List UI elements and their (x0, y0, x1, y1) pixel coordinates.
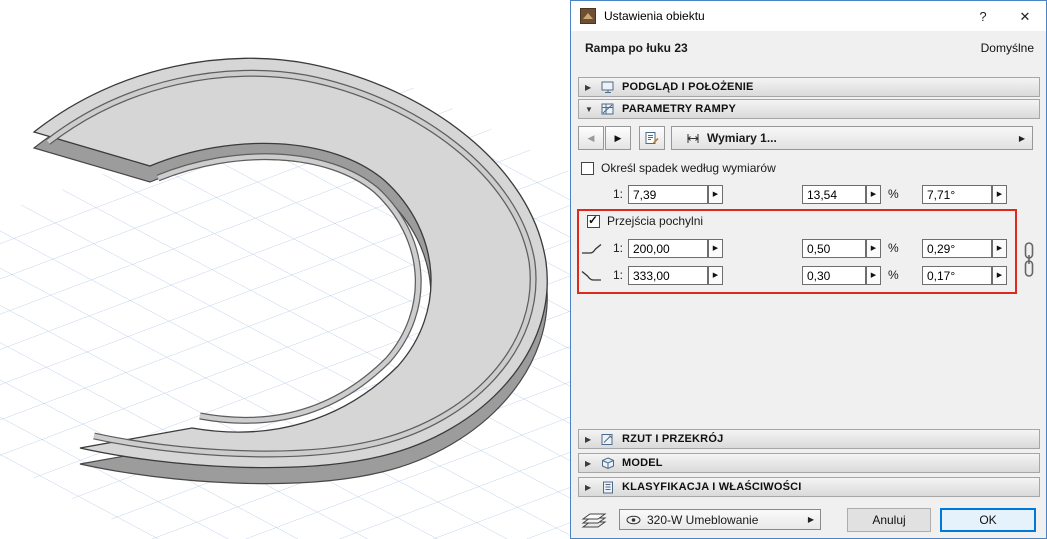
transition-bottom-row: 1: ▶ ▶ % ▶ (571, 266, 1046, 286)
collapse-arrow-icon: ▶ (585, 434, 592, 444)
app-root: Ustawienia obiektu ? ✕ Rampa po łuku 23 … (0, 0, 1047, 539)
close-button[interactable]: ✕ (1004, 1, 1046, 31)
expand-arrow-icon: ▼ (585, 104, 593, 114)
layer-dropdown[interactable]: 320-W Umeblowanie ▶ (619, 509, 821, 530)
collapse-arrow-icon: ▶ (585, 82, 592, 92)
slope-percent-flyout-button[interactable]: ▶ (866, 185, 881, 204)
help-button[interactable]: ? (962, 1, 1004, 31)
ok-button[interactable]: OK (940, 508, 1036, 532)
dialog-titlebar[interactable]: Ustawienia obiektu ? ✕ (571, 1, 1046, 31)
main-slope-row: 1: ▶ ▶ % ▶ (571, 185, 1046, 205)
plan-section-icon (601, 433, 615, 446)
viewport-3d[interactable] (0, 0, 1047, 539)
ramp-3d-scene (0, 57, 1047, 539)
transition-top-percent-flyout-button[interactable]: ▶ (866, 239, 881, 258)
section-label: PARAMETRY RAMPY (622, 103, 737, 115)
section-ramp-parameters[interactable]: ▼ PARAMETRY RAMPY (578, 99, 1040, 119)
default-favorites-button[interactable]: Domyślne (981, 41, 1034, 55)
ramp-parameters-icon (601, 103, 615, 116)
cancel-button[interactable]: Anuluj (847, 508, 931, 532)
transition-bottom-ratio-input[interactable] (628, 266, 708, 285)
layer-value: 320-W Umeblowanie (647, 512, 759, 527)
dialog-title: Ustawienia obiektu (604, 9, 705, 23)
section-model[interactable]: ▶ MODEL (578, 453, 1040, 473)
percent-label: % (888, 187, 899, 201)
object-settings-dialog: Ustawienia obiektu ? ✕ Rampa po łuku 23 … (570, 0, 1047, 539)
slope-ratio-flyout-button[interactable]: ▶ (708, 185, 723, 204)
transition-bottom-percent-flyout-button[interactable]: ▶ (866, 266, 881, 285)
section-label: MODEL (622, 457, 663, 469)
ratio-prefix-label: 1: (612, 268, 623, 282)
section-label: PODGLĄD I POŁOŻENIE (622, 81, 754, 93)
parameter-page-title: Wymiary 1... (707, 131, 777, 145)
transition-bottom-angle-flyout-button[interactable]: ▶ (992, 266, 1007, 285)
page-flyout-arrow-icon: ▶ (1018, 134, 1025, 143)
model-cube-icon (601, 456, 615, 470)
layers-icon (581, 513, 607, 528)
slope-checkbox-label: Określ spadek według wymiarów (601, 161, 776, 175)
previous-page-button[interactable]: ◀ (578, 126, 604, 150)
transition-top-ratio-flyout-button[interactable]: ▶ (708, 239, 723, 258)
transition-top-angle-flyout-button[interactable]: ▶ (992, 239, 1007, 258)
layer-flyout-arrow-icon: ▶ (807, 515, 814, 524)
section-label: KLASYFIKACJA I WŁAŚCIWOŚCI (622, 481, 802, 493)
preview-position-icon (601, 81, 615, 94)
slope-angle-flyout-button[interactable]: ▶ (992, 185, 1007, 204)
transition-bottom-ratio-flyout-button[interactable]: ▶ (708, 266, 723, 285)
slope-checkbox[interactable] (581, 161, 594, 175)
transition-bottom-angle-input[interactable] (922, 266, 992, 285)
parameter-page-selector[interactable]: Wymiary 1... ▶ (671, 126, 1033, 150)
object-app-icon (580, 8, 596, 24)
section-classification-properties[interactable]: ▶ KLASYFIKACJA I WŁAŚCIWOŚCI (578, 477, 1040, 497)
slope-angle-input[interactable] (922, 185, 992, 204)
section-label: RZUT I PRZEKRÓJ (622, 433, 724, 445)
ratio-prefix-label: 1: (612, 187, 623, 201)
collapse-arrow-icon: ▶ (585, 458, 592, 468)
edit-settings-button[interactable] (639, 126, 665, 150)
transition-top-row: 1: ▶ ▶ % ▶ (571, 239, 1046, 259)
transitions-checkbox-row[interactable]: ✓ Przejścia pochylni (587, 212, 704, 228)
slope-ratio-input[interactable] (628, 185, 708, 204)
percent-label: % (888, 241, 899, 255)
object-header-row: Rampa po łuku 23 Domyślne (585, 41, 1034, 55)
checkmark-icon: ✓ (588, 212, 599, 227)
transition-bottom-percent-input[interactable] (802, 266, 866, 285)
transitions-checkbox[interactable]: ✓ (587, 212, 600, 228)
section-plan-section[interactable]: ▶ RZUT I PRZEKRÓJ (578, 429, 1040, 449)
eye-icon (626, 515, 641, 524)
object-name: Rampa po łuku 23 (585, 41, 688, 55)
transition-top-percent-input[interactable] (802, 239, 866, 258)
edit-form-icon (645, 132, 659, 144)
percent-label: % (888, 268, 899, 282)
link-chain-icon[interactable] (1022, 241, 1036, 279)
slope-by-dimensions-checkbox-row[interactable]: Określ spadek według wymiarów (581, 161, 776, 175)
slope-percent-input[interactable] (802, 185, 866, 204)
classification-list-icon (601, 481, 615, 494)
transition-top-angle-input[interactable] (922, 239, 992, 258)
collapse-arrow-icon: ▶ (585, 482, 592, 492)
section-preview-position[interactable]: ▶ PODGLĄD I POŁOŻENIE (578, 77, 1040, 97)
next-page-button[interactable]: ▶ (605, 126, 631, 150)
transitions-checkbox-label: Przejścia pochylni (607, 214, 704, 228)
ratio-prefix-label: 1: (612, 241, 623, 255)
dimension-icon (687, 133, 699, 143)
transition-top-ratio-input[interactable] (628, 239, 708, 258)
